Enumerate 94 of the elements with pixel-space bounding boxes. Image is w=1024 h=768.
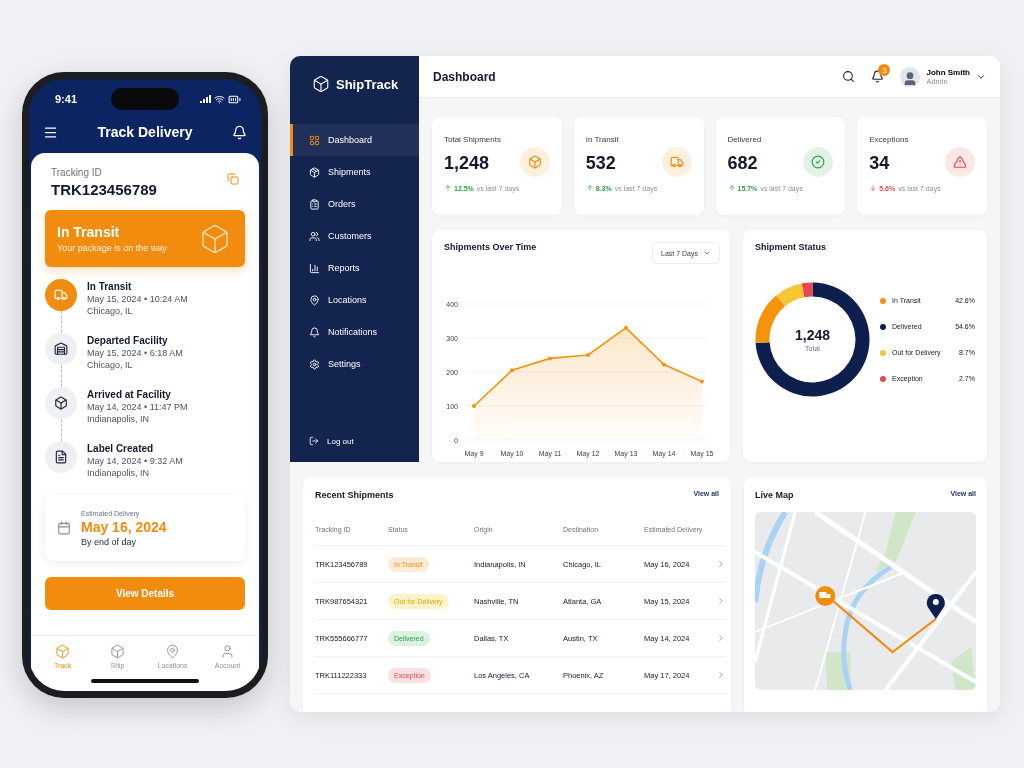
sidebar-item[interactable]: Shipments — [290, 156, 419, 188]
banner-title: In Transit — [57, 224, 121, 240]
step-place: Indianapolis, IN — [87, 414, 151, 424]
gear-icon — [309, 358, 320, 370]
card-title: Shipments Over Time — [444, 242, 537, 252]
truck-icon — [669, 155, 684, 169]
sidebar-item[interactable]: Locations — [290, 284, 419, 316]
calendar-icon — [57, 521, 71, 535]
map-pin-icon — [165, 644, 180, 659]
sidebar-item[interactable]: Dashboard — [290, 124, 419, 156]
chevron-right-icon[interactable] — [716, 633, 726, 643]
menu-icon[interactable] — [43, 124, 58, 140]
sidebar-item[interactable]: Orders — [290, 188, 419, 220]
brand-name: ShipTrack — [336, 76, 399, 92]
step-time: May 15, 2024 • 6:18 AM — [87, 348, 183, 358]
box-icon — [55, 644, 70, 659]
chevron-down-icon — [703, 249, 711, 257]
page-title: Dashboard — [433, 69, 496, 84]
sidebar-item[interactable]: Notifications — [290, 316, 419, 348]
box-icon — [110, 644, 125, 659]
stat-title: In Transit — [585, 135, 620, 144]
sidebar-item[interactable]: Settings — [290, 348, 419, 380]
step-place: Indianapolis, IN — [87, 468, 151, 478]
stat-value: 1,248 — [444, 153, 490, 174]
step-title: Departed Facility — [87, 335, 169, 346]
logout-link[interactable]: Log out — [290, 436, 419, 446]
box-icon — [54, 396, 68, 410]
stat-value: 532 — [585, 153, 616, 174]
box-icon — [527, 155, 542, 169]
step-place: Chicago, IL — [87, 360, 134, 370]
stat-title: Delivered — [727, 135, 763, 144]
estimate-note: By end of day — [81, 536, 138, 547]
copy-icon[interactable] — [227, 173, 239, 185]
bell-icon — [309, 326, 320, 338]
sidebar-item[interactable]: Customers — [290, 220, 419, 252]
cube-logo-icon — [312, 75, 330, 93]
package-icon — [309, 166, 320, 178]
data-point — [472, 404, 476, 408]
stat-value: 682 — [727, 153, 758, 174]
data-point — [586, 353, 590, 357]
search-icon — [842, 70, 856, 83]
camera-notch — [111, 88, 179, 110]
chevron-right-icon[interactable] — [716, 596, 726, 606]
stat-title: Exceptions — [869, 135, 910, 144]
bell-icon[interactable] — [232, 124, 247, 140]
tracking-id: TRK123456789 — [51, 181, 157, 198]
clipboard-icon — [309, 198, 320, 210]
data-point — [700, 379, 704, 384]
screen-title: Track Delivery — [97, 124, 193, 140]
box-icon — [199, 222, 231, 255]
stat-value: 34 — [869, 153, 890, 174]
data-point — [510, 368, 514, 373]
stat-title: Total Shipments — [444, 135, 502, 144]
step-title: Arrived at Facility — [87, 389, 172, 400]
step-title: Label Created — [87, 443, 155, 454]
bar-chart-icon — [309, 262, 320, 274]
data-point — [624, 325, 628, 330]
chevron-right-icon[interactable] — [716, 670, 726, 680]
banner-subtitle: Your package is on the way — [57, 243, 167, 253]
map-pin-icon — [309, 294, 320, 306]
sidebar-item[interactable]: Reports — [290, 252, 419, 284]
wifi-icon — [214, 93, 225, 105]
chevron-right-icon[interactable] — [716, 559, 726, 569]
truck-marker-icon — [815, 586, 836, 606]
step-time: May 15, 2024 • 10:24 AM — [87, 294, 188, 304]
tracking-label: Tracking ID — [51, 167, 103, 178]
warehouse-icon — [54, 342, 68, 356]
step-place: Chicago, IL — [87, 306, 134, 316]
document-icon — [54, 450, 68, 464]
grid-icon — [309, 134, 320, 146]
step-time: May 14, 2024 • 9:32 AM — [87, 456, 183, 466]
truck-icon — [54, 288, 68, 302]
card-title: Shipment Status — [755, 242, 827, 252]
notifications-button[interactable] — [871, 70, 885, 83]
users-icon — [309, 230, 320, 242]
status-time: 9:41 — [55, 93, 78, 105]
step-title: In Transit — [87, 281, 133, 292]
warning-icon — [953, 155, 967, 169]
notification-count: 3 — [878, 64, 891, 76]
data-point — [548, 356, 552, 361]
bell-icon — [871, 70, 885, 83]
search-button[interactable] — [842, 70, 856, 83]
user-icon — [220, 644, 235, 659]
estimate-date: May 16, 2024 — [81, 518, 167, 535]
location-pin-icon — [926, 593, 945, 619]
card-title: Live Map — [755, 490, 794, 500]
user-name: John Smith — [926, 67, 970, 77]
step-time: May 14, 2024 • 11:47 PM — [87, 402, 188, 412]
signal-icon — [200, 95, 211, 103]
check-circle-icon — [811, 155, 826, 169]
data-point — [662, 362, 666, 367]
donut-total: 1,248 — [794, 327, 830, 343]
logout-icon — [309, 436, 319, 446]
card-title: Recent Shipments — [315, 490, 394, 500]
